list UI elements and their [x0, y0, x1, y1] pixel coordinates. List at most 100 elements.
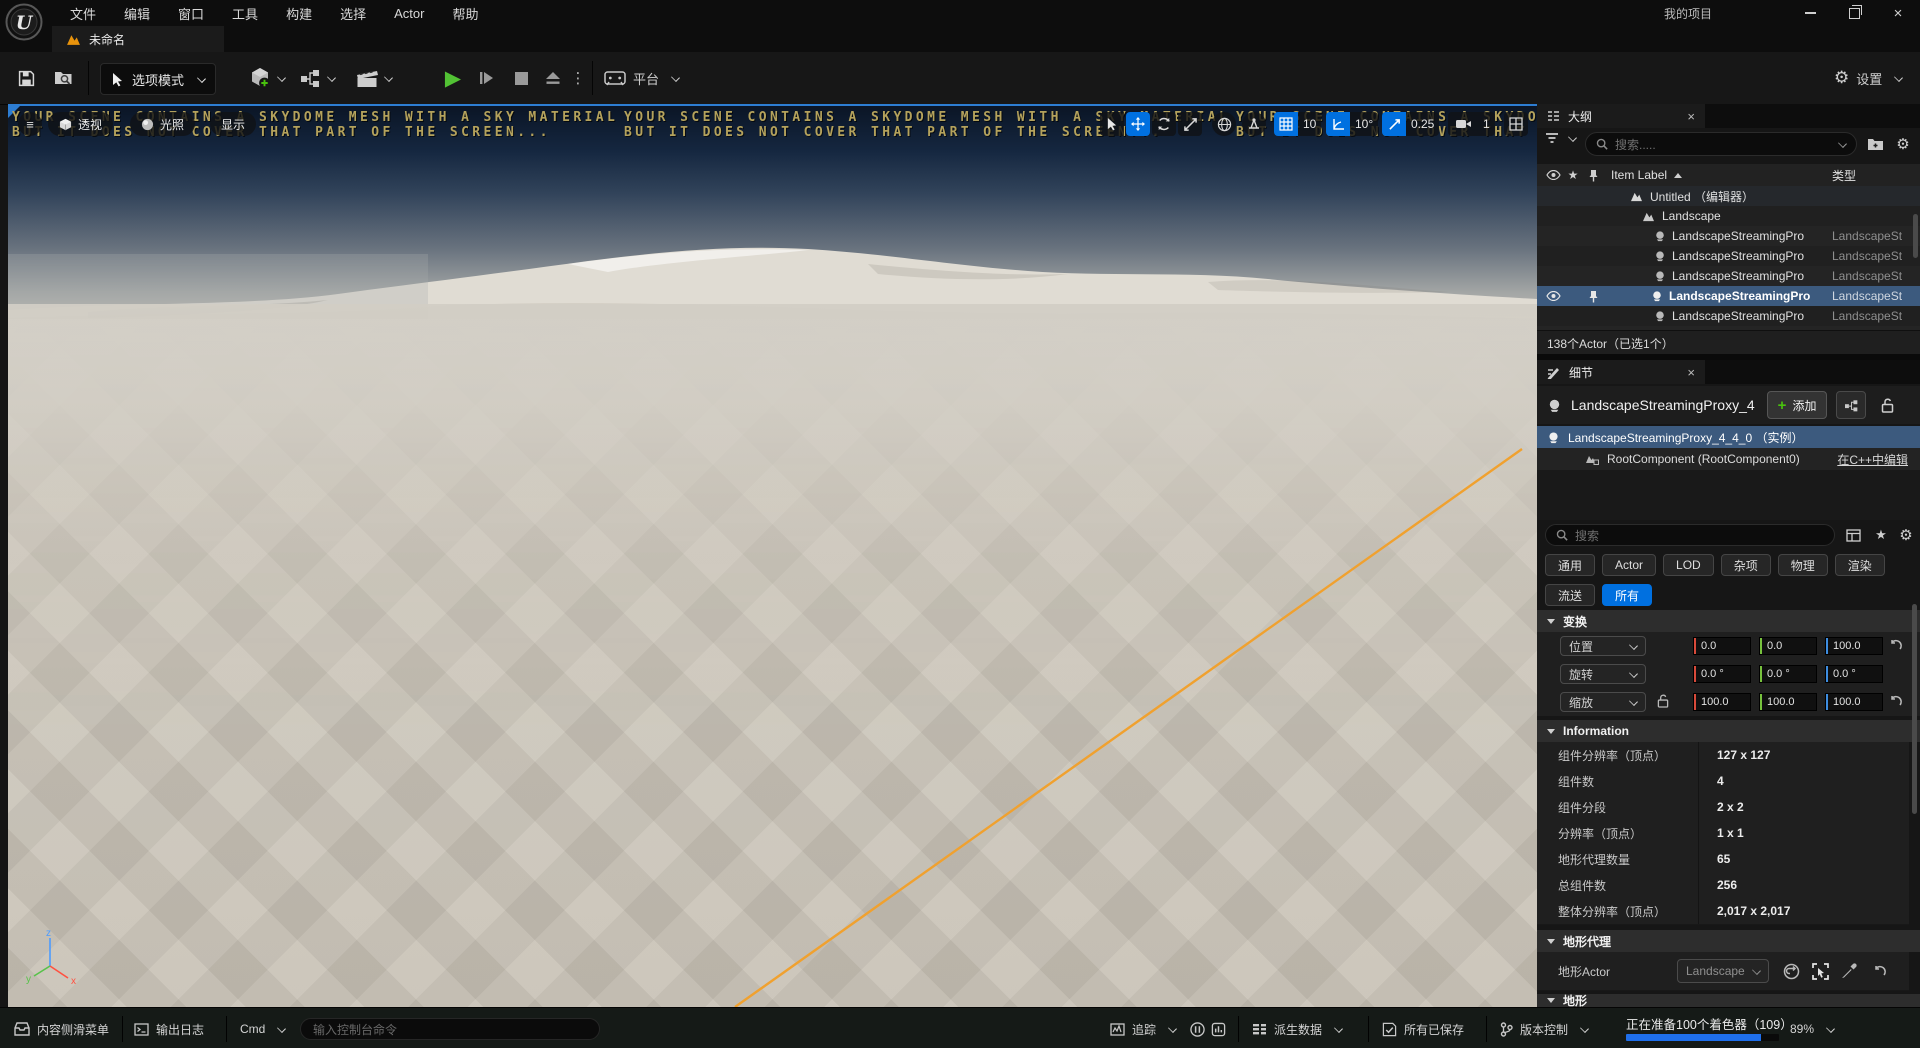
- component-row-selected[interactable]: LandscapeStreamingProxy_4_4_0 （实例）: [1537, 426, 1920, 448]
- output-log-button[interactable]: 输出日志: [134, 1016, 204, 1042]
- maximize-button[interactable]: [1832, 0, 1876, 26]
- derived-data-dropdown[interactable]: 派生数据: [1252, 1016, 1342, 1042]
- add-component-button[interactable]: + 添加: [1767, 391, 1828, 419]
- landscape-actor-dropdown[interactable]: Landscape: [1677, 959, 1769, 983]
- chip-general[interactable]: 通用: [1545, 554, 1595, 576]
- scale-dropdown[interactable]: 缩放: [1560, 692, 1646, 712]
- outliner-tab[interactable]: 大纲 ×: [1537, 104, 1705, 128]
- grid-snap-toggle[interactable]: [1274, 112, 1298, 136]
- grid-snap-value[interactable]: 10: [1298, 112, 1321, 136]
- outliner-row-proxy[interactable]: LandscapeStreamingPro LandscapeSt: [1537, 246, 1920, 266]
- pin-column-icon[interactable]: [1583, 169, 1603, 182]
- column-type[interactable]: 类型: [1832, 167, 1856, 184]
- maximize-viewport-button[interactable]: [1504, 112, 1528, 136]
- minimize-button[interactable]: [1788, 0, 1832, 26]
- rotation-z-field[interactable]: 0.0 °: [1825, 665, 1883, 683]
- outliner-row-proxy-selected[interactable]: LandscapeStreamingPro LandscapeSt: [1537, 286, 1920, 306]
- cmd-dropdown[interactable]: Cmd: [240, 1016, 285, 1042]
- move-tool-button[interactable]: [1126, 112, 1150, 136]
- selection-mode-dropdown[interactable]: 选项模式: [100, 63, 216, 95]
- camera-speed-value[interactable]: 1: [1478, 112, 1495, 136]
- rotation-snap-toggle[interactable]: [1326, 112, 1350, 136]
- level-viewport[interactable]: YOUR SCENE CONTAINS A SKYDOME MESH WITH …: [8, 104, 1537, 1007]
- menu-window[interactable]: 窗口: [164, 0, 218, 26]
- menu-actor[interactable]: Actor: [380, 0, 438, 26]
- revert-icon[interactable]: [1873, 965, 1886, 977]
- terrain-section-header[interactable]: 地形: [1537, 994, 1920, 1007]
- show-dropdown[interactable]: 显示: [210, 112, 256, 136]
- menu-build[interactable]: 构建: [272, 0, 326, 26]
- location-x-field[interactable]: 0.0: [1693, 637, 1751, 655]
- component-row-root[interactable]: RootComponent (RootComponent0) 在C++中编辑: [1537, 448, 1920, 470]
- close-icon[interactable]: ×: [1687, 365, 1695, 380]
- scale-snap-toggle[interactable]: [1382, 112, 1406, 136]
- details-tab[interactable]: 细节 ×: [1537, 360, 1705, 384]
- content-drawer-button[interactable]: 内容侧滑菜单: [14, 1016, 109, 1042]
- scale-y-field[interactable]: 100.0: [1759, 693, 1817, 711]
- select-tool-button[interactable]: [1100, 112, 1124, 136]
- save-status-button[interactable]: 所有已保存: [1382, 1016, 1464, 1042]
- close-icon[interactable]: ×: [1687, 109, 1695, 124]
- scale-snap-value[interactable]: 0.25: [1406, 112, 1439, 136]
- camera-speed-button[interactable]: [1448, 112, 1478, 136]
- details-search[interactable]: 搜索: [1545, 524, 1835, 546]
- close-button[interactable]: ×: [1876, 0, 1920, 26]
- information-section-header[interactable]: Information: [1537, 720, 1920, 742]
- outliner-search[interactable]: 搜索.....: [1585, 132, 1857, 156]
- play-button[interactable]: ▶: [438, 61, 468, 95]
- outliner-row-landscape[interactable]: Landscape: [1537, 206, 1920, 226]
- landscape-proxy-section-header[interactable]: 地形代理: [1537, 930, 1920, 952]
- use-selected-icon[interactable]: [1812, 963, 1829, 980]
- blueprints-button[interactable]: [300, 61, 335, 95]
- rotation-dropdown[interactable]: 旋转: [1560, 664, 1646, 684]
- rotation-snap-value[interactable]: 10°: [1350, 112, 1378, 136]
- rotate-tool-button[interactable]: [1152, 112, 1176, 136]
- scale-z-field[interactable]: 100.0: [1825, 693, 1883, 711]
- unreal-logo[interactable]: U: [5, 3, 43, 41]
- outliner-row-proxy[interactable]: LandscapeStreamingPro LandscapeSt: [1537, 226, 1920, 246]
- content-browser-button[interactable]: [48, 61, 78, 95]
- revert-icon[interactable]: [1889, 639, 1902, 651]
- trace-dropdown[interactable]: 追踪: [1110, 1016, 1176, 1042]
- lock-icon[interactable]: [1875, 392, 1899, 418]
- location-z-field[interactable]: 100.0: [1825, 637, 1883, 655]
- perspective-dropdown[interactable]: 透视: [48, 112, 113, 136]
- stop-button[interactable]: [506, 61, 536, 95]
- outliner-row-level[interactable]: Untitled （编辑器）: [1537, 186, 1920, 206]
- outliner-settings-button[interactable]: ⚙: [1893, 132, 1913, 156]
- viewport-menu-button[interactable]: ≡: [18, 112, 42, 136]
- platforms-dropdown[interactable]: 平台: [604, 61, 679, 95]
- level-tab[interactable]: 未命名: [52, 26, 224, 52]
- view-mode-dropdown[interactable]: 光照: [130, 112, 195, 136]
- location-y-field[interactable]: 0.0: [1759, 637, 1817, 655]
- scale-tool-button[interactable]: [1178, 112, 1202, 136]
- details-settings-button[interactable]: ⚙: [1896, 524, 1916, 546]
- play-options-button[interactable]: ⋮: [570, 61, 586, 95]
- pin-icon[interactable]: [1589, 290, 1598, 303]
- menu-tools[interactable]: 工具: [218, 0, 272, 26]
- chip-physics[interactable]: 物理: [1778, 554, 1828, 576]
- chip-actor[interactable]: Actor: [1602, 554, 1656, 576]
- scale-lock-icon[interactable]: [1657, 694, 1669, 708]
- console-input[interactable]: 输入控制台命令: [300, 1018, 600, 1040]
- source-control-dropdown[interactable]: 版本控制: [1500, 1016, 1588, 1042]
- visible-eye-icon[interactable]: [1546, 291, 1561, 301]
- menu-help[interactable]: 帮助: [438, 0, 492, 26]
- favorites-button[interactable]: ★: [1871, 524, 1891, 546]
- skip-button[interactable]: [472, 61, 502, 95]
- menu-file[interactable]: 文件: [56, 0, 110, 26]
- shader-percent-dropdown[interactable]: 89%: [1790, 1016, 1834, 1042]
- cinematics-button[interactable]: [356, 61, 392, 95]
- browse-to-asset-icon[interactable]: [1783, 963, 1800, 980]
- rotation-x-field[interactable]: 0.0 °: [1693, 665, 1751, 683]
- profiler-buttons[interactable]: [1190, 1016, 1226, 1042]
- menu-edit[interactable]: 编辑: [110, 0, 164, 26]
- visibility-column-icon[interactable]: [1543, 170, 1563, 180]
- rotation-y-field[interactable]: 0.0 °: [1759, 665, 1817, 683]
- transform-section-header[interactable]: 变换: [1537, 610, 1920, 632]
- blueprint-edit-button[interactable]: [1836, 391, 1866, 419]
- edit-in-cpp-link[interactable]: 在C++中编辑: [1837, 451, 1908, 468]
- favorite-column-icon[interactable]: ★: [1563, 168, 1583, 182]
- create-folder-button[interactable]: [1865, 132, 1885, 156]
- revert-icon[interactable]: [1889, 695, 1902, 707]
